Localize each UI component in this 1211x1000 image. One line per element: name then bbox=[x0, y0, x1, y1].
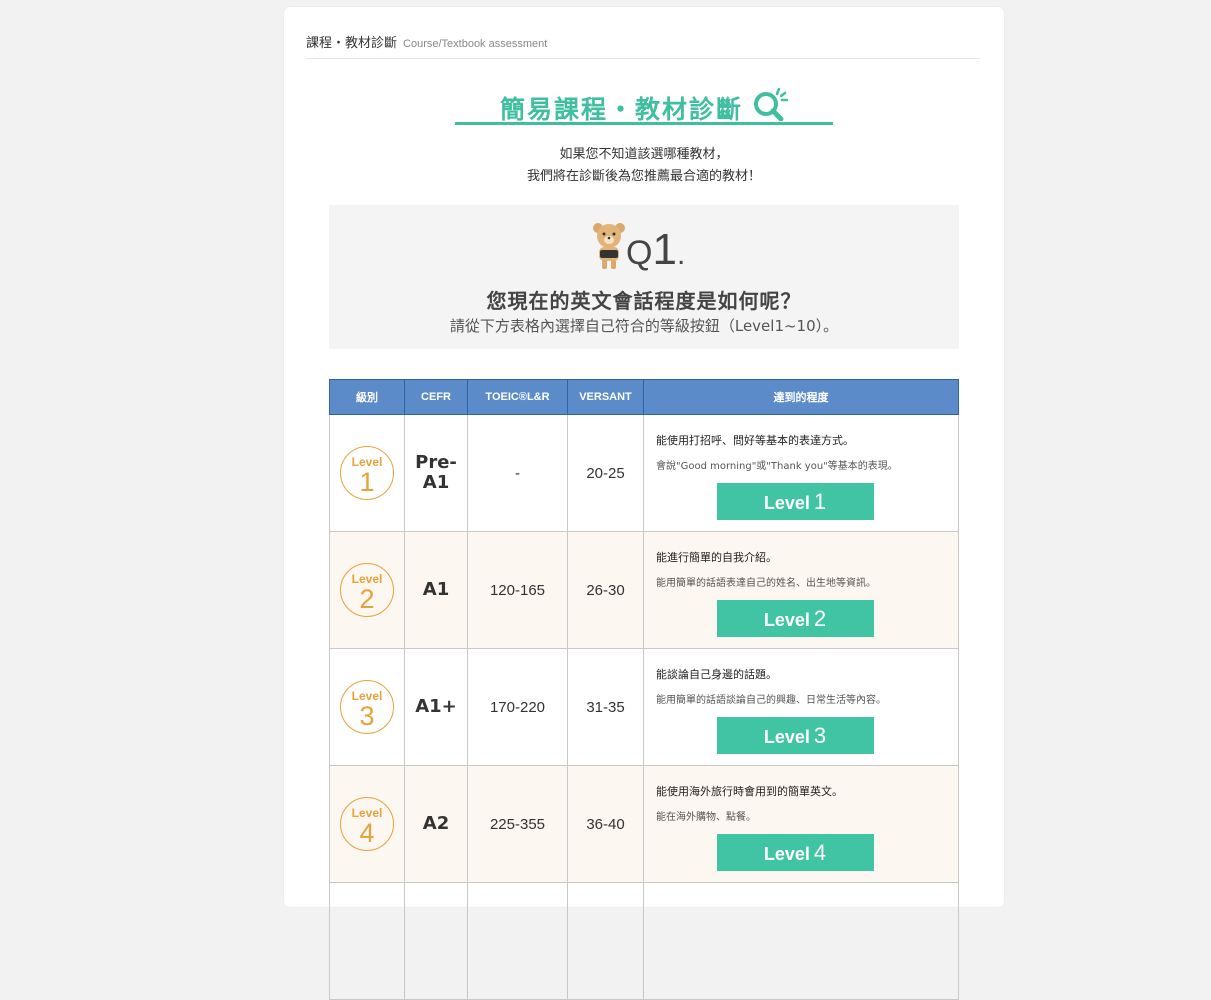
table-row: Level 2 A1 120-165 26-30 能進行簡單的自我介紹。 能用簡單… bbox=[329, 531, 959, 649]
breadcrumb: 課程・教材診斷 Course/Textbook assessment bbox=[306, 32, 980, 59]
versant-cell: 36-40 bbox=[567, 765, 644, 883]
level-4-button[interactable]: Level 4 bbox=[716, 834, 874, 871]
bear-mascot-icon bbox=[593, 223, 625, 269]
level-3-button[interactable]: Level 3 bbox=[716, 717, 874, 754]
cefr-cell: A1+ bbox=[404, 648, 468, 766]
toeic-cell: 120-165 bbox=[467, 531, 568, 649]
content-card: 課程・教材診斷 Course/Textbook assessment 簡易課程・教… bbox=[284, 7, 1004, 1000]
versant-cell: 20-25 bbox=[567, 414, 644, 532]
description-cell: 能談論自己身邊的話題。 能用簡單的話語談論自己的興趣、日常生活等內容。 Leve… bbox=[643, 648, 959, 766]
cefr-cell: Pre-A1 bbox=[404, 414, 468, 532]
header-versant: VERSANT bbox=[567, 379, 644, 415]
versant-cell: 26-30 bbox=[567, 531, 644, 649]
level-1-button[interactable]: Level 1 bbox=[716, 483, 874, 520]
description-main: 能進行簡單的自我介紹。 bbox=[656, 551, 777, 564]
description-main: 能談論自己身邊的話題。 bbox=[656, 668, 777, 681]
question-subtext: 請從下方表格內選擇自己符合的等級按鈕（Level1~10）。 bbox=[449, 317, 839, 335]
level-2-button[interactable]: Level 2 bbox=[716, 600, 874, 637]
toeic-cell: - bbox=[467, 414, 568, 532]
level-badge: Level 3 bbox=[340, 680, 394, 734]
level-table: 級別 CEFR TOEIC®L&R VERSANT 達到的程度 Level 1 P… bbox=[329, 379, 959, 1000]
question-number: Q1. bbox=[626, 225, 686, 274]
versant-cell: 31-35 bbox=[567, 648, 644, 766]
question-panel: Q1. 您現在的英文會話程度是如何呢？ 請從下方表格內選擇自己符合的等級按鈕（L… bbox=[329, 205, 959, 349]
description-sub: 能用簡單的話語表達自己的姓名、出生地等資訊。 bbox=[656, 578, 876, 589]
description-cell: 能使用海外旅行時會用到的簡單英文。 能在海外購物、點餐。 Level 4 bbox=[643, 765, 959, 883]
question-heading: Q1. bbox=[591, 217, 711, 277]
description-main: 能使用海外旅行時會用到的簡單英文。 bbox=[656, 785, 843, 798]
cefr-cell: A1 bbox=[404, 531, 468, 649]
table-row: Level 4 A2 225-355 36-40 能使用海外旅行時會用到的簡單英文… bbox=[329, 765, 959, 883]
table-row: Level 3 A1+ 170-220 31-35 能談論自己身邊的話題。 能用簡… bbox=[329, 648, 959, 766]
table-row: Level 1 Pre-A1 - 20-25 能使用打招呼、問好等基本的表達方式。… bbox=[329, 414, 959, 532]
description-cell: 能使用打招呼、問好等基本的表達方式。 會說"Good morning"或"Tha… bbox=[643, 414, 959, 532]
header-cefr: CEFR bbox=[404, 379, 468, 415]
toeic-cell: 170-220 bbox=[467, 648, 568, 766]
table-header-row: 級別 CEFR TOEIC®L&R VERSANT 達到的程度 bbox=[329, 379, 959, 415]
toeic-cell: 225-355 bbox=[467, 765, 568, 883]
header-level: 級別 bbox=[329, 379, 405, 415]
description-main: 能使用打招呼、問好等基本的表達方式。 bbox=[656, 434, 854, 447]
hero-title: 簡易課程・教材診斷 bbox=[455, 85, 833, 125]
hero-underline bbox=[455, 122, 833, 125]
level-badge: Level 1 bbox=[340, 446, 394, 500]
level-badge: Level 4 bbox=[340, 797, 394, 851]
magnifier-icon bbox=[754, 87, 789, 122]
description-sub: 能在海外購物、點餐。 bbox=[656, 812, 756, 823]
cefr-cell: A2 bbox=[404, 765, 468, 883]
breadcrumb-subtitle: Course/Textbook assessment bbox=[403, 38, 548, 50]
description-sub: 會說"Good morning"或"Thank you"等基本的表現。 bbox=[656, 461, 898, 472]
question-text: 您現在的英文會話程度是如何呢？ bbox=[486, 289, 802, 313]
level-badge: Level 2 bbox=[340, 563, 394, 617]
description-cell: 能進行簡單的自我介紹。 能用簡單的話語表達自己的姓名、出生地等資訊。 Level… bbox=[643, 531, 959, 649]
header-toeic: TOEIC®L&R bbox=[467, 379, 568, 415]
description-sub: 能用簡單的話語談論自己的興趣、日常生活等內容。 bbox=[656, 695, 886, 706]
intro-line-1: 如果您不知道該選哪種教材， bbox=[559, 147, 729, 162]
intro-line-2: 我們將在診斷後為您推薦最合適的教材！ bbox=[526, 169, 761, 184]
breadcrumb-title: 課程・教材診斷 bbox=[306, 36, 398, 51]
hero-title-text: 簡易課程・教材診斷 bbox=[499, 95, 743, 124]
header-description: 達到的程度 bbox=[643, 379, 959, 415]
table-row bbox=[329, 882, 959, 1000]
